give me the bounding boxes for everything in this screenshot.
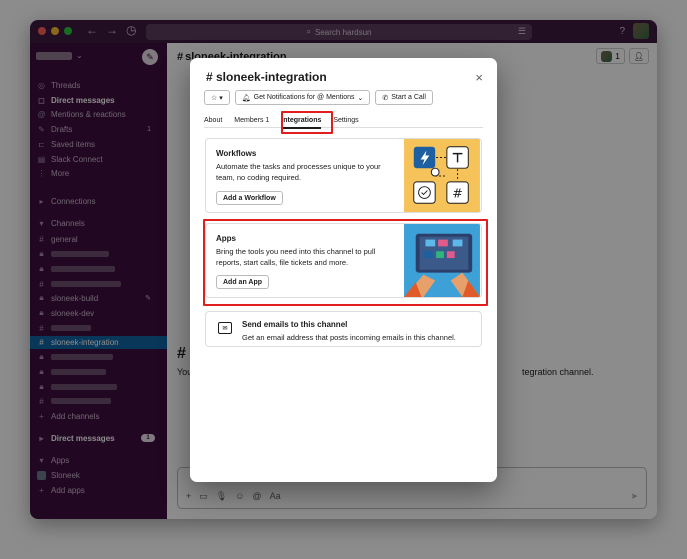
bell-icon: 🔔︎	[241, 94, 251, 102]
integrations-tab-highlight	[281, 111, 333, 134]
send-emails-description: Get an email address that posts incoming…	[242, 333, 456, 342]
channel-details-modal: # sloneek-integration × ☆ ▾ 🔔︎ Get Notifi…	[190, 58, 497, 482]
notifications-button[interactable]: 🔔︎ Get Notifications for @ Mentions ⌄	[234, 90, 371, 105]
tab-settings[interactable]: Settings	[333, 112, 358, 128]
modal-tabs: About Members 1 Integrations Settings	[204, 112, 483, 129]
phone-icon: ✆	[382, 94, 389, 102]
workflows-title: Workflows	[216, 149, 257, 158]
workflows-description: Automate the tasks and processes unique …	[216, 162, 381, 182]
tab-about[interactable]: About	[204, 112, 222, 128]
chevron-down-icon: ⌄	[357, 94, 364, 102]
tab-members[interactable]: Members 1	[234, 112, 269, 128]
workflows-illustration: #	[404, 139, 480, 212]
modal-title: # sloneek-integration	[206, 70, 327, 84]
send-emails-title: Send emails to this channel	[242, 320, 348, 329]
email-icon: ✉	[218, 322, 232, 334]
apps-card-highlight	[203, 219, 488, 306]
start-call-button[interactable]: ✆ Start a Call	[375, 90, 433, 105]
modal-action-buttons: ☆ ▾ 🔔︎ Get Notifications for @ Mentions ⌄ …	[204, 90, 433, 105]
svg-text:#: #	[452, 185, 463, 200]
close-icon[interactable]: ×	[475, 70, 483, 85]
send-emails-card[interactable]: ✉ Send emails to this channel Get an ema…	[205, 311, 482, 347]
add-workflow-button[interactable]: Add a Workflow	[216, 191, 283, 205]
call-label: Start a Call	[391, 94, 426, 101]
notifications-label: Get Notifications for @ Mentions	[253, 94, 355, 101]
workflows-card: Workflows Automate the tasks and process…	[205, 138, 482, 213]
star-button[interactable]: ☆ ▾	[204, 90, 230, 105]
